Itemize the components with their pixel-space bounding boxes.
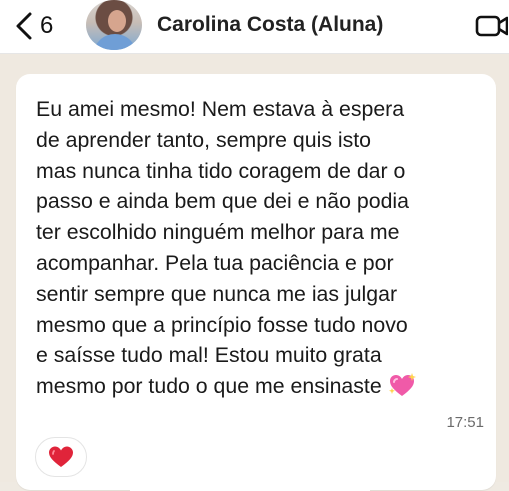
video-call-icon[interactable] — [474, 12, 508, 40]
next-message-bubble[interactable] — [130, 461, 370, 491]
chat-header: 6 Carolina Costa (Aluna) — [0, 0, 509, 54]
chat-area[interactable]: Eu amei mesmo! Nem estava à espera de ap… — [0, 54, 509, 491]
message-body: Eu amei mesmo! Nem estava à espera de ap… — [36, 97, 409, 399]
avatar-face — [108, 10, 126, 32]
avatar-shirt — [93, 34, 137, 50]
message-text: Eu amei mesmo! Nem estava à espera de ap… — [36, 94, 480, 402]
message-reaction[interactable] — [35, 437, 87, 477]
message-bubble[interactable]: Eu amei mesmo! Nem estava à espera de ap… — [16, 74, 496, 490]
message-timestamp: 17:51 — [446, 414, 484, 431]
avatar[interactable] — [86, 0, 142, 50]
back-button[interactable]: 6 — [10, 10, 54, 42]
contact-name[interactable]: Carolina Costa (Aluna) — [157, 13, 383, 37]
sparkling-heart-icon — [388, 373, 416, 397]
unread-count: 6 — [40, 12, 54, 39]
chevron-left-icon — [16, 12, 32, 40]
red-heart-icon — [49, 446, 73, 467]
